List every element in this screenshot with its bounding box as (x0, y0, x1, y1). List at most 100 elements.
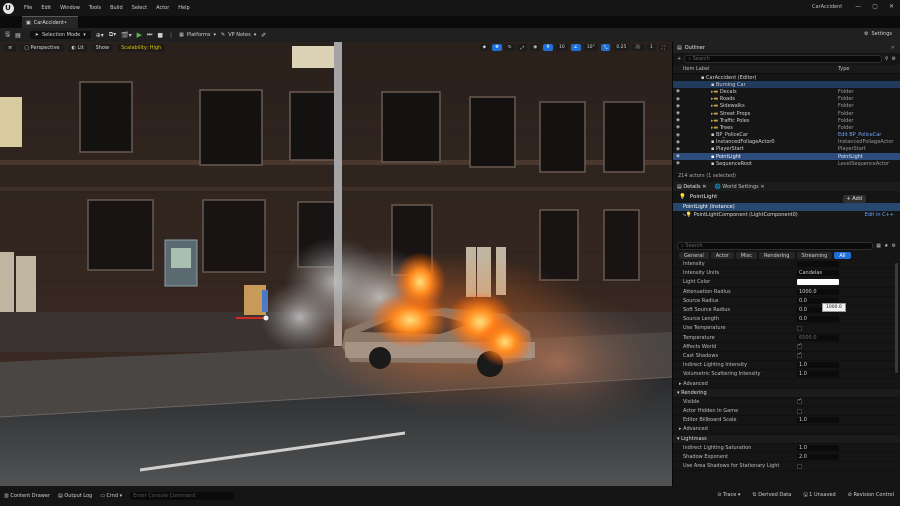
derived-data-button[interactable]: ⇅ Derived Data (752, 492, 791, 500)
property-checkbox[interactable] (797, 325, 802, 331)
settings-button[interactable]: ⚙ Settings (864, 31, 892, 37)
play-icon[interactable]: ▶ (137, 31, 142, 39)
vp-notes-button[interactable]: ✎ VP Notes ▾ (221, 32, 256, 38)
instance-row[interactable]: PointLight (Instance) (673, 203, 900, 211)
property-value-input[interactable]: 1.0 (797, 362, 839, 369)
edit-icon[interactable]: ✐ (261, 32, 266, 39)
content-browser-icon[interactable]: ▤ (15, 32, 21, 39)
close-icon[interactable]: ✕ (891, 45, 895, 51)
world-local-icon[interactable]: ◉ (530, 44, 541, 51)
trace-button[interactable]: ⊙ Trace ▾ (717, 492, 740, 500)
unsaved-button[interactable]: 🖫 1 Unsaved (803, 492, 835, 500)
revision-control-button[interactable]: ⊘ Revision Control (848, 492, 894, 500)
cinematics-icon[interactable]: 🎬▾ (121, 32, 131, 39)
visibility-eye-icon[interactable]: ◉ (676, 118, 680, 123)
level-viewport[interactable]: ≡ ▢ Perspective ◐ Lit Show Scalability: … (0, 42, 672, 486)
platforms-button[interactable]: ▦ Platforms ▾ (179, 32, 216, 38)
grid-icon[interactable]: ▦ (876, 243, 881, 249)
scale-snap-value[interactable]: 0.25 (613, 44, 630, 51)
section-lightmass[interactable]: ▾ Lightmass (673, 434, 900, 444)
menu-edit[interactable]: Edit (41, 5, 51, 11)
settings-icon[interactable]: ⚙ (892, 56, 896, 62)
perspective-button[interactable]: ▢ Perspective (20, 44, 64, 52)
component-row[interactable]: ⤷💡 PointLightComponent (LightComponent0)… (673, 211, 900, 219)
select-tool-icon[interactable]: ◆ (479, 44, 490, 51)
property-value-input[interactable]: 1000.0 (797, 288, 839, 295)
col-type[interactable]: Type (838, 66, 849, 72)
scale-snap-icon[interactable]: ⤡ (600, 44, 611, 51)
actor-name[interactable]: PointLight (690, 194, 717, 200)
star-icon[interactable]: ★ (884, 243, 888, 249)
show-button[interactable]: Show (91, 44, 114, 52)
stop-icon[interactable]: ■ (157, 32, 163, 39)
menu-help[interactable]: Help (178, 5, 189, 11)
outliner-row[interactable]: ◉ ▪ PointLight PointLight (673, 153, 900, 161)
filter-rendering[interactable]: Rendering (758, 252, 795, 259)
visibility-eye-icon[interactable]: ◉ (676, 147, 680, 152)
maximize-viewport-icon[interactable]: ⛶ (658, 44, 668, 51)
filter-icon[interactable]: ⚲ (885, 56, 889, 62)
filter-streaming[interactable]: Streaming (796, 252, 833, 259)
visibility-eye-icon[interactable]: ◉ (676, 125, 680, 130)
scale-tool-icon[interactable]: ⤢ (517, 44, 528, 51)
section-advanced-2[interactable]: ▸ Advanced (673, 425, 900, 435)
section-rendering[interactable]: ▾ Rendering (673, 388, 900, 398)
outliner-row[interactable]: ◉ ▪ SequenceRoot LevelSequenceActor (673, 160, 900, 167)
filter-general[interactable]: General (679, 252, 709, 259)
visibility-eye-icon[interactable]: ◉ (676, 161, 680, 166)
outliner-row[interactable]: ◉ ▪ BP_PoliceCar Edit BP_PoliceCar (673, 132, 900, 139)
menu-select[interactable]: Select (132, 5, 147, 11)
menu-actor[interactable]: Actor (156, 5, 169, 11)
maximize-button[interactable]: ▢ (872, 3, 878, 10)
skip-icon[interactable]: ⏭ (147, 31, 152, 39)
outliner-row[interactable]: ◉ ▪ PlayerStart PlayerStart (673, 146, 900, 153)
rotate-tool-icon[interactable]: ↻ (504, 44, 515, 51)
blueprint-icon[interactable]: ⧉▾ (109, 31, 116, 39)
property-checkbox[interactable] (797, 343, 802, 350)
visibility-eye-icon[interactable]: ◉ (676, 154, 680, 159)
filter-all[interactable]: All (834, 252, 851, 259)
selection-mode-button[interactable]: ➤ Selection Mode ▾ (29, 31, 91, 39)
property-value-input[interactable]: 1.0 (797, 417, 839, 424)
add-component-button[interactable]: + Add (842, 195, 866, 203)
property-checkbox[interactable] (797, 352, 802, 359)
output-log-button[interactable]: ▤ Output Log (58, 493, 92, 499)
outliner-row[interactable]: ◉ ▸▬ Street Props Folder (673, 110, 900, 117)
property-value-input[interactable]: 1.0 (797, 371, 839, 378)
visibility-eye-icon[interactable]: ◉ (676, 104, 680, 109)
outliner-tab[interactable]: ▤ Outliner ✕ (673, 42, 900, 53)
scalability-button[interactable]: Scalability: High (117, 44, 166, 52)
save-icon[interactable]: 🖫 (5, 30, 10, 40)
section-advanced[interactable]: ▸ Advanced (673, 379, 900, 389)
property-value-input[interactable]: 0.0 (797, 316, 839, 323)
menu-build[interactable]: Build (110, 5, 123, 11)
tab-world-settings[interactable]: 🌐 World Settings ✕ (714, 184, 764, 190)
visibility-eye-icon[interactable]: ◉ (676, 133, 680, 138)
camera-speed-icon[interactable]: 🎥 (632, 44, 644, 51)
outliner-row[interactable]: ◉ ▸▬ Roads Folder (673, 96, 900, 103)
property-value-input[interactable]: 6500.0 (797, 334, 839, 341)
property-checkbox[interactable] (797, 398, 802, 405)
minimize-button[interactable]: — (855, 3, 861, 10)
filter-misc[interactable]: Misc (735, 252, 757, 259)
property-value-input[interactable] (797, 261, 839, 268)
unreal-logo-icon[interactable]: U (0, 0, 16, 16)
col-item-label[interactable]: Item Label (683, 66, 709, 72)
close-icon[interactable]: ✕ (760, 184, 764, 190)
camera-speed-value[interactable]: 1 (646, 44, 656, 51)
menu-file[interactable]: File (24, 5, 32, 11)
visibility-eye-icon[interactable]: ◉ (676, 111, 680, 116)
outliner-row[interactable]: ▪ Burning Car (673, 81, 900, 89)
outliner-row[interactable]: ▪ CarAccident (Editor) (673, 74, 900, 81)
property-value-input[interactable]: 1.0 (797, 444, 839, 451)
lit-button[interactable]: ◐ Lit (67, 44, 88, 52)
outliner-row[interactable]: ◉ ▪ InstancedFoliageActor0 InstancedFoliag… (673, 139, 900, 146)
cmd-button[interactable]: ▭ Cmd ▾ (100, 493, 122, 499)
gear-icon[interactable]: ⚙ (892, 243, 896, 249)
property-checkbox[interactable] (797, 463, 802, 469)
edit-in-cpp-link[interactable]: Edit in C++ (865, 212, 894, 218)
property-checkbox[interactable] (797, 408, 802, 414)
outliner-row[interactable]: ◉ ▸▬ Decals Folder (673, 88, 900, 95)
property-value-input[interactable]: 2.0 (797, 454, 839, 461)
outliner-row[interactable]: ◉ ▸▬ Traffic Poles Folder (673, 117, 900, 124)
